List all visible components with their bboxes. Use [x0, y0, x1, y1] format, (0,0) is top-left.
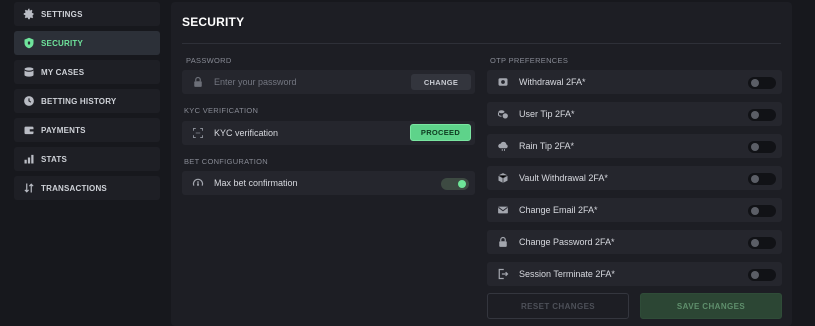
sidebar-item-my-cases[interactable]: MY CASES	[14, 60, 160, 84]
bar-chart-icon	[22, 152, 36, 166]
toggle-knob	[751, 271, 759, 279]
password-input[interactable]	[214, 77, 394, 87]
page-title: SECURITY	[182, 15, 245, 29]
shield-icon	[22, 36, 36, 50]
sidebar-item-security[interactable]: SECURITY	[14, 31, 160, 55]
otp-label: Withdrawal 2FA*	[519, 77, 586, 87]
security-panel: SECURITY PASSWORD CHANGE KYC VERIFICATIO…	[171, 2, 792, 326]
kyc-proceed-button[interactable]: PROCEED	[410, 124, 471, 141]
sidebar-item-stats[interactable]: STATS	[14, 147, 160, 171]
sidebar-item-label: MY CASES	[41, 67, 85, 77]
gear-icon	[22, 7, 36, 21]
cloud-icon	[496, 139, 510, 153]
change-password-2fa-toggle[interactable]	[748, 237, 776, 249]
vault-icon	[496, 171, 510, 185]
change-password-button[interactable]: CHANGE	[411, 74, 471, 90]
otp-row-rain-tip: Rain Tip 2FA*	[487, 134, 782, 158]
otp-label: User Tip 2FA*	[519, 109, 575, 119]
wallet-icon	[22, 123, 36, 137]
mail-icon	[496, 203, 510, 217]
otp-row-vault-withdrawal: Vault Withdrawal 2FA*	[487, 166, 782, 190]
sidebar-item-payments[interactable]: PAYMENTS	[14, 118, 160, 142]
kyc-section-label: KYC VERIFICATION	[184, 106, 259, 115]
max-bet-label: Max bet confirmation	[214, 178, 298, 188]
vault-withdrawal-2fa-toggle[interactable]	[748, 173, 776, 185]
otp-row-user-tip: User Tip 2FA*	[487, 102, 782, 126]
otp-row-session-terminate: Session Terminate 2FA*	[487, 262, 782, 286]
cases-icon	[22, 65, 36, 79]
toggle-knob	[458, 180, 466, 188]
otp-label: Session Terminate 2FA*	[519, 269, 615, 279]
title-divider	[182, 43, 781, 44]
otp-label: Vault Withdrawal 2FA*	[519, 173, 608, 183]
sidebar-item-transactions[interactable]: TRANSACTIONS	[14, 176, 160, 200]
transfer-icon	[22, 181, 36, 195]
toggle-knob	[751, 79, 759, 87]
otp-row-change-password: Change Password 2FA*	[487, 230, 782, 254]
coins-icon	[496, 107, 510, 121]
lock-icon	[496, 235, 510, 249]
max-bet-toggle[interactable]	[441, 178, 469, 190]
sidebar-item-label: SETTINGS	[41, 9, 83, 19]
otp-label: Change Email 2FA*	[519, 205, 598, 215]
sidebar-item-settings[interactable]: SETTINGS	[14, 2, 160, 26]
logout-icon	[496, 267, 510, 281]
sidebar-item-label: SECURITY	[41, 38, 84, 48]
sidebar: SETTINGS SECURITY MY CASES BETTING HISTO…	[14, 2, 160, 205]
max-bet-row: Max bet confirmation	[182, 171, 475, 195]
toggle-knob	[751, 111, 759, 119]
save-changes-button[interactable]: SAVE CHANGES	[640, 293, 782, 319]
clock-icon	[22, 94, 36, 108]
otp-label: Rain Tip 2FA*	[519, 141, 575, 151]
lock-icon	[191, 75, 205, 89]
sidebar-item-label: BETTING HISTORY	[41, 96, 117, 106]
withdrawal-icon	[496, 75, 510, 89]
gauge-icon	[191, 176, 205, 190]
scan-frame-icon	[191, 126, 205, 140]
sidebar-item-label: STATS	[41, 154, 68, 164]
sidebar-item-label: TRANSACTIONS	[41, 183, 107, 193]
otp-section-label: OTP PREFERENCES	[490, 56, 569, 65]
bet-section-label: BET CONFIGURATION	[184, 157, 268, 166]
toggle-knob	[751, 143, 759, 151]
reset-changes-button[interactable]: RESET CHANGES	[487, 293, 629, 319]
session-terminate-2fa-toggle[interactable]	[748, 269, 776, 281]
otp-row-change-email: Change Email 2FA*	[487, 198, 782, 222]
kyc-label: KYC verification	[214, 128, 279, 138]
withdrawal-2fa-toggle[interactable]	[748, 77, 776, 89]
otp-row-withdrawal: Withdrawal 2FA*	[487, 70, 782, 94]
password-section-label: PASSWORD	[186, 56, 232, 65]
otp-label: Change Password 2FA*	[519, 237, 615, 247]
user-tip-2fa-toggle[interactable]	[748, 109, 776, 121]
sidebar-item-label: PAYMENTS	[41, 125, 86, 135]
rain-tip-2fa-toggle[interactable]	[748, 141, 776, 153]
toggle-knob	[751, 239, 759, 247]
change-email-2fa-toggle[interactable]	[748, 205, 776, 217]
kyc-row: KYC verification PROCEED	[182, 121, 475, 145]
password-row: CHANGE	[182, 70, 475, 94]
toggle-knob	[751, 207, 759, 215]
sidebar-item-betting-history[interactable]: BETTING HISTORY	[14, 89, 160, 113]
toggle-knob	[751, 175, 759, 183]
